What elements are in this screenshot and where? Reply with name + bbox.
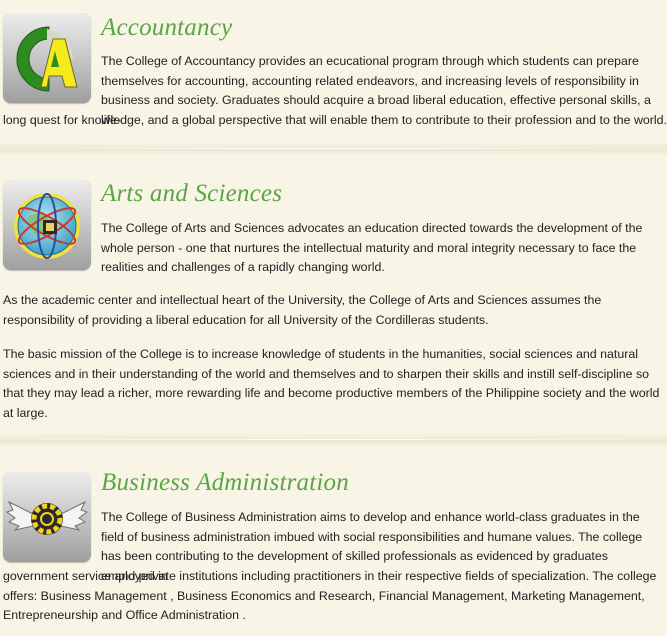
college-title: Accountancy bbox=[101, 14, 233, 41]
accountancy-logo-icon bbox=[3, 13, 91, 103]
arts-and-sciences-logo-graphic bbox=[3, 180, 91, 270]
college-description-paragraph-2: As the academic center and intellectual … bbox=[3, 293, 602, 327]
college-description-paragraph-3: The basic mission of the College is to i… bbox=[3, 347, 660, 420]
college-section-business-administration: Business Administration The College of B… bbox=[0, 447, 667, 636]
college-section-arts-and-sciences: Arts and Sciences The College of Arts an… bbox=[0, 156, 667, 447]
college-title: Arts and Sciences bbox=[101, 180, 283, 207]
business-administration-logo-icon bbox=[3, 472, 91, 562]
college-title: Business Administration bbox=[101, 469, 349, 496]
accountancy-logo-graphic bbox=[3, 13, 91, 103]
section-divider bbox=[0, 142, 667, 156]
arts-and-sciences-logo-icon bbox=[3, 180, 91, 270]
college-description: The College of Arts and Sciences advocat… bbox=[101, 221, 643, 275]
section-divider bbox=[0, 433, 667, 447]
college-section-accountancy: Accountancy The College of Accountancy p… bbox=[0, 0, 667, 156]
college-description-continued: long quest for knowledge, and a global p… bbox=[3, 113, 667, 127]
college-description-continued: government service and private instituti… bbox=[3, 569, 657, 623]
business-administration-logo-graphic bbox=[3, 472, 91, 562]
